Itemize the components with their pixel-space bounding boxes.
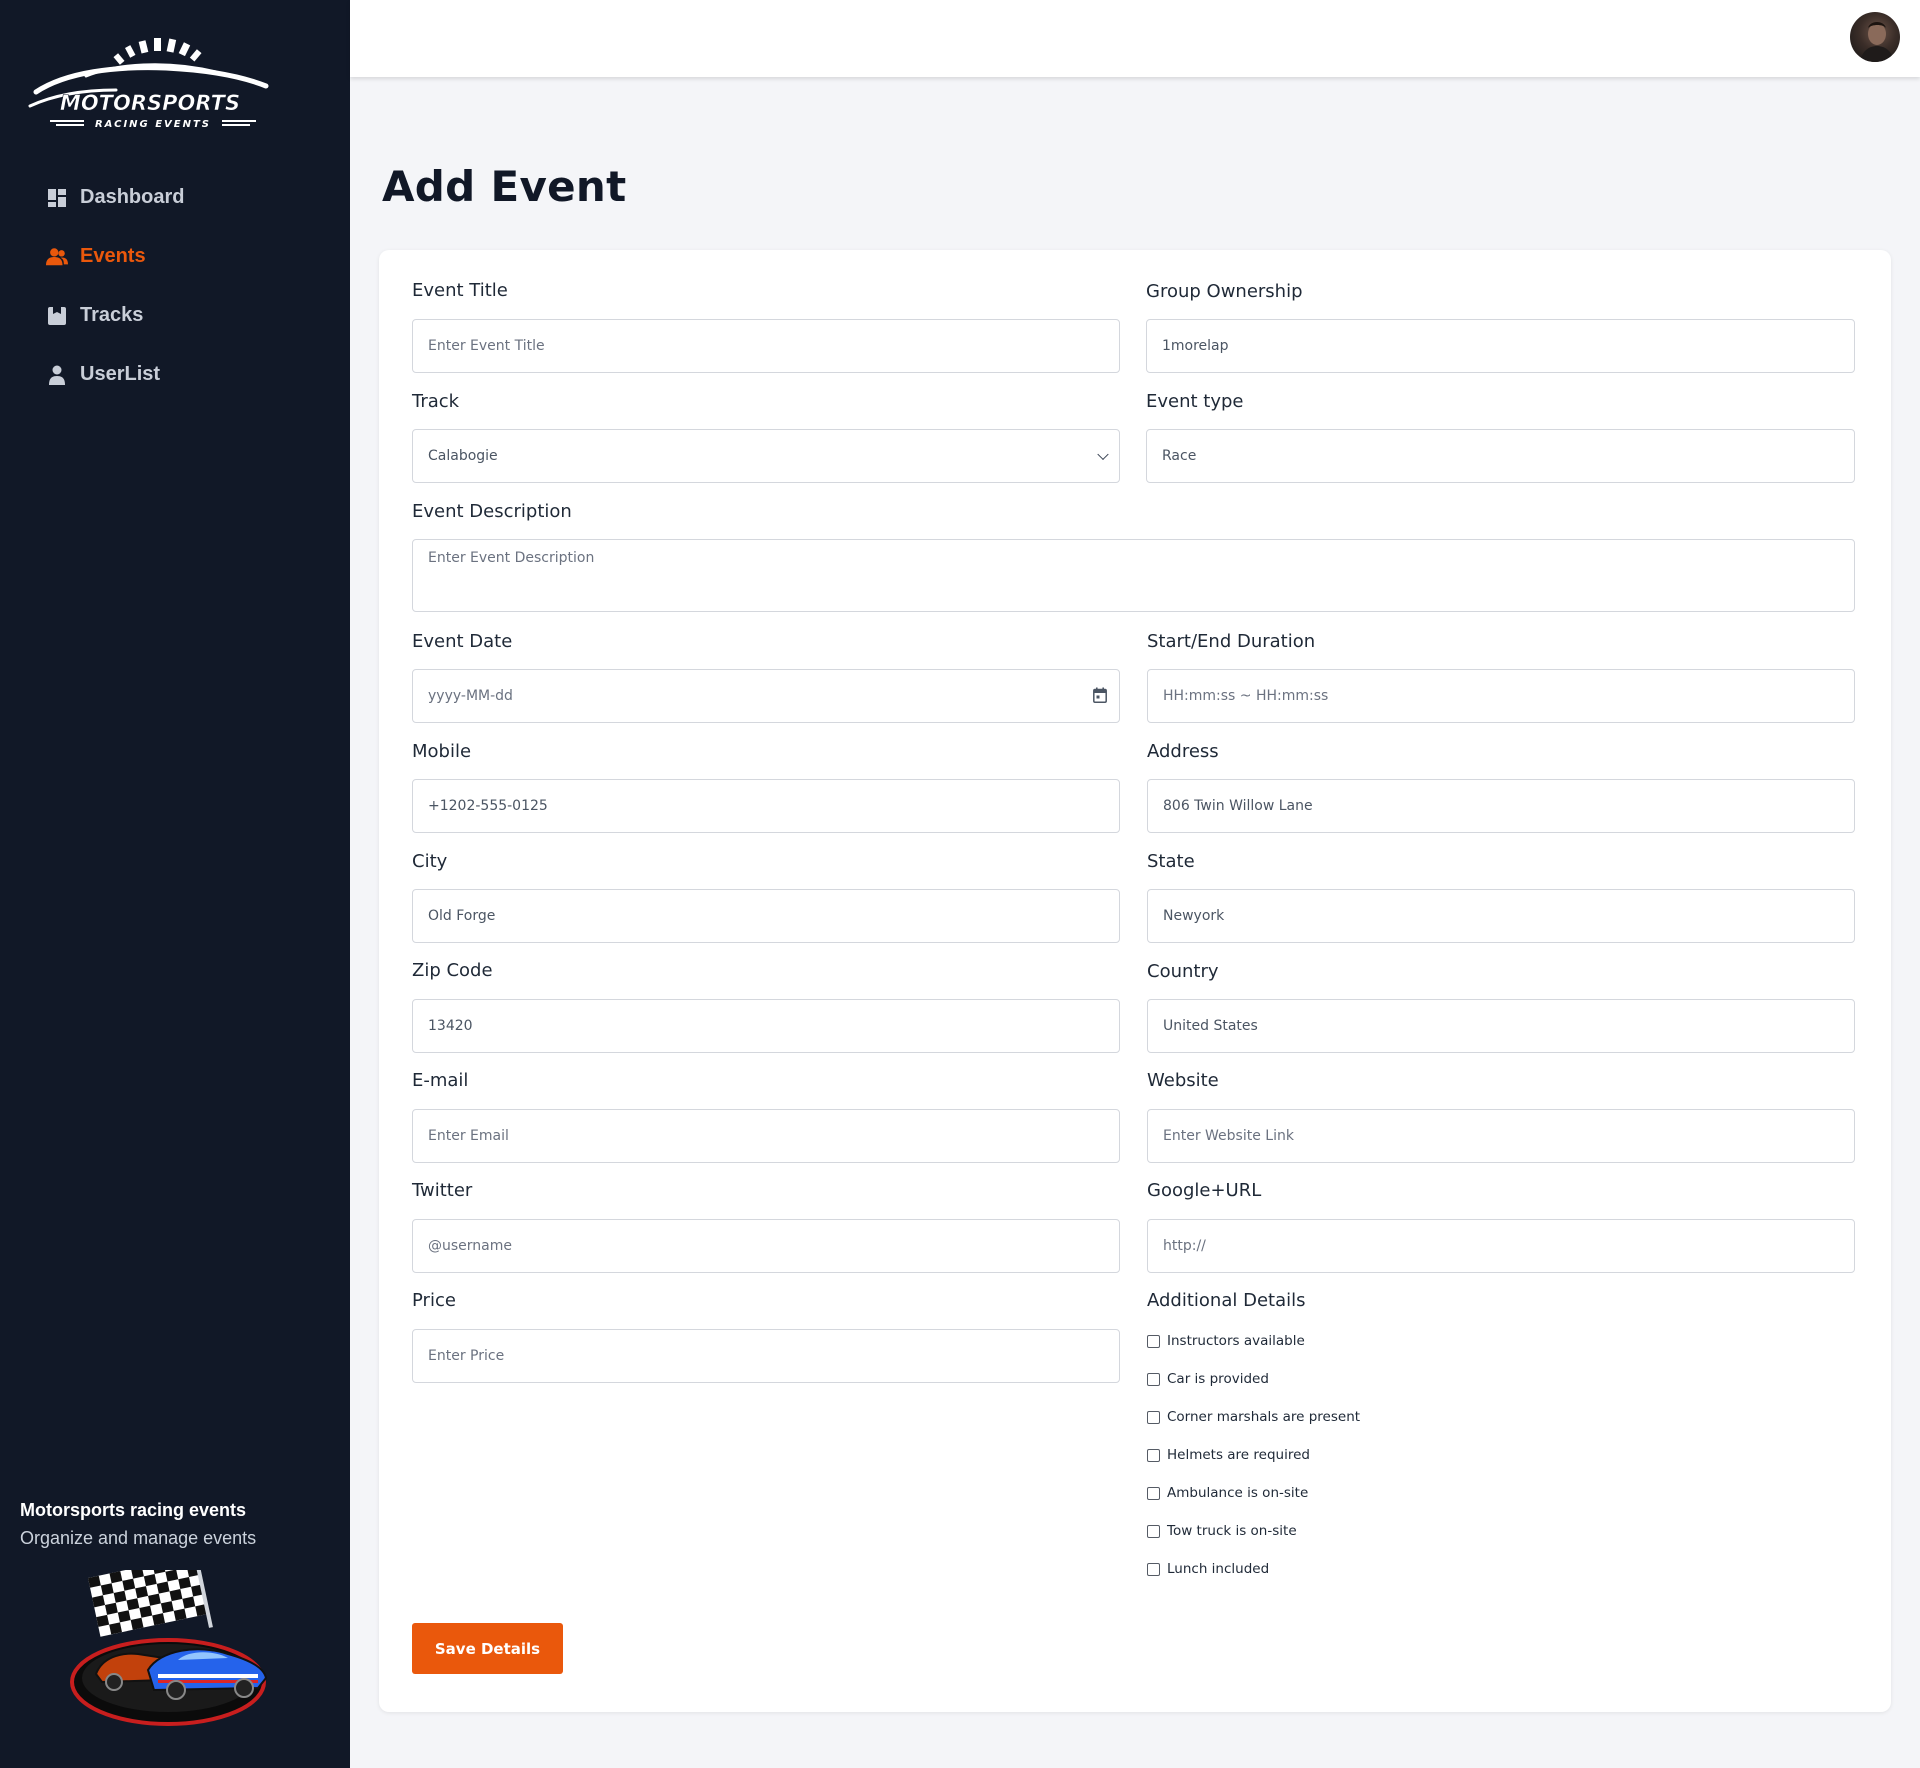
svg-text:RACING EVENTS: RACING EVENTS: [95, 119, 211, 130]
group-ownership-input[interactable]: 1morelap: [1146, 319, 1855, 373]
event-date-placeholder: yyyy-MM-dd: [428, 688, 513, 704]
zip-label: Zip Code: [412, 960, 493, 981]
duration-input[interactable]: HH:mm:ss ~ HH:mm:ss: [1147, 669, 1855, 723]
sidebar-item-userlist[interactable]: UserList: [46, 345, 336, 404]
twitter-input[interactable]: @username: [412, 1219, 1120, 1273]
additional-details-label: Additional Details: [1147, 1290, 1306, 1311]
checkbox[interactable]: [1147, 1410, 1160, 1424]
checkbox-helmets-required[interactable]: Helmets are required: [1147, 1447, 1310, 1463]
checkbox[interactable]: [1147, 1562, 1160, 1576]
svg-text:MOTORSPORTS: MOTORSPORTS: [60, 91, 240, 115]
add-event-form: Event Title Enter Event Title Group Owne…: [379, 250, 1891, 1712]
chevron-down-icon: [1097, 448, 1109, 461]
track-select-value: Calabogie: [428, 448, 498, 464]
users-icon: [46, 246, 68, 268]
checkbox-label: Tow truck is on-site: [1167, 1523, 1297, 1539]
group-ownership-label: Group Ownership: [1146, 281, 1303, 302]
checkbox-label: Car is provided: [1167, 1371, 1269, 1387]
checkbox-label: Ambulance is on-site: [1167, 1485, 1309, 1501]
page-title: Add Event: [382, 162, 627, 211]
event-title-input[interactable]: Enter Event Title: [412, 319, 1120, 373]
country-label: Country: [1147, 961, 1219, 982]
checkbox-lunch-included[interactable]: Lunch included: [1147, 1561, 1269, 1577]
sidebar: MOTORSPORTS RACING EVENTS Dashboard Even…: [0, 0, 350, 1768]
calendar-icon[interactable]: [1093, 687, 1107, 703]
mobile-input[interactable]: +1202-555-0125: [412, 779, 1120, 833]
event-description-label: Event Description: [412, 501, 572, 522]
motorsports-logo[interactable]: MOTORSPORTS RACING EVENTS: [26, 24, 278, 134]
checkbox-label: Helmets are required: [1167, 1447, 1310, 1463]
state-input[interactable]: Newyork: [1147, 889, 1855, 943]
brand-title: Motorsports racing events: [20, 1500, 247, 1520]
mobile-label: Mobile: [412, 741, 472, 762]
checkbox[interactable]: [1147, 1486, 1160, 1500]
checkbox[interactable]: [1147, 1372, 1160, 1386]
sidebar-item-dashboard[interactable]: Dashboard: [46, 168, 336, 227]
city-input[interactable]: Old Forge: [412, 889, 1120, 943]
checkbox-label: Instructors available: [1167, 1333, 1305, 1349]
checkbox-tow-truck-onsite[interactable]: Tow truck is on-site: [1147, 1523, 1297, 1539]
google-url-input[interactable]: http://: [1147, 1219, 1855, 1273]
google-url-label: Google+URL: [1147, 1180, 1262, 1201]
track-label: Track: [412, 391, 460, 412]
website-input[interactable]: Enter Website Link: [1147, 1109, 1855, 1163]
price-input[interactable]: Enter Price: [412, 1329, 1120, 1383]
country-input[interactable]: United States: [1147, 999, 1855, 1053]
save-details-button[interactable]: Save Details: [412, 1623, 563, 1674]
checkbox-instructors-available[interactable]: Instructors available: [1147, 1333, 1305, 1349]
price-label: Price: [412, 1290, 456, 1311]
city-label: City: [412, 851, 448, 872]
duration-label: Start/End Duration: [1147, 631, 1316, 652]
sidebar-item-events[interactable]: Events: [46, 227, 336, 286]
website-label: Website: [1147, 1070, 1219, 1091]
address-label: Address: [1147, 741, 1219, 762]
event-date-label: Event Date: [412, 631, 513, 652]
checkbox[interactable]: [1147, 1448, 1160, 1462]
checkbox-label: Lunch included: [1167, 1561, 1270, 1577]
event-type-label: Event type: [1146, 391, 1244, 412]
event-title-label: Event Title: [412, 280, 508, 301]
sidebar-item-label: Dashboard: [80, 186, 185, 208]
sidebar-item-label: Events: [80, 245, 146, 267]
checkbox-ambulance-onsite[interactable]: Ambulance is on-site: [1147, 1485, 1308, 1501]
checkbox-corner-marshals[interactable]: Corner marshals are present: [1147, 1409, 1360, 1425]
zip-input[interactable]: 13420: [412, 999, 1120, 1053]
brand-subtitle: Organize and manage events: [20, 1528, 257, 1548]
user-avatar[interactable]: [1850, 12, 1900, 62]
email-input[interactable]: Enter Email: [412, 1109, 1120, 1163]
checkbox[interactable]: [1147, 1524, 1160, 1538]
address-input[interactable]: 806 Twin Willow Lane: [1147, 779, 1855, 833]
sidebar-item-label: Tracks: [80, 304, 144, 326]
race-car-illustration: [70, 1570, 268, 1726]
dashboard-icon: [46, 187, 68, 209]
tracks-icon: [46, 305, 68, 327]
checkbox-label: Corner marshals are present: [1167, 1409, 1361, 1425]
checkbox-car-provided[interactable]: Car is provided: [1147, 1371, 1269, 1387]
top-bar: [350, 0, 1920, 77]
email-label: E-mail: [412, 1070, 469, 1091]
checkbox[interactable]: [1147, 1334, 1160, 1348]
track-select[interactable]: Calabogie: [412, 429, 1120, 483]
state-label: State: [1147, 851, 1195, 872]
sidebar-item-tracks[interactable]: Tracks: [46, 286, 336, 345]
avatar-photo: [1860, 22, 1894, 62]
event-date-input[interactable]: yyyy-MM-dd: [412, 669, 1120, 723]
event-description-textarea[interactable]: Enter Event Description: [412, 539, 1855, 612]
user-icon: [46, 364, 68, 386]
event-type-input[interactable]: Race: [1146, 429, 1855, 483]
sidebar-nav: Dashboard Events Tracks UserList: [46, 168, 336, 404]
twitter-label: Twitter: [412, 1180, 473, 1201]
brand-block: Motorsports racing events Organize and m…: [20, 1497, 340, 1551]
sidebar-item-label: UserList: [80, 363, 161, 385]
